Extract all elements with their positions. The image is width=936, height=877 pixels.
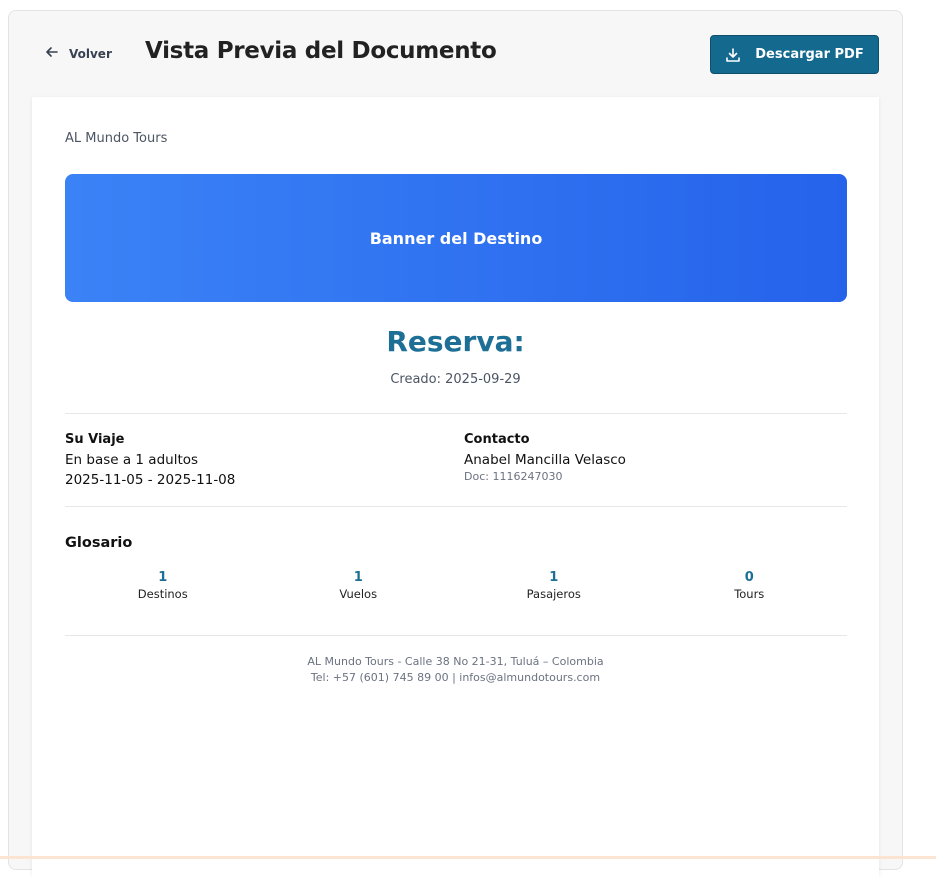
preview-panel: Volver Vista Previa del Documento Descar… xyxy=(8,10,903,877)
preview-header: Volver Vista Previa del Documento Descar… xyxy=(9,11,902,97)
stat-value: 1 xyxy=(549,570,559,585)
divider xyxy=(65,506,847,507)
glossary-heading: Glosario xyxy=(65,535,133,551)
back-button[interactable]: Volver xyxy=(45,45,112,62)
back-label: Volver xyxy=(69,46,112,61)
stat-value: 1 xyxy=(353,570,363,585)
contact-name: Anabel Mancilla Velasco xyxy=(464,452,626,468)
glossary-stats: 1 Destinos 1 Vuelos 1 Pasajeros 0 Tours xyxy=(65,569,847,602)
contact-section: Contacto Anabel Mancilla Velasco Doc: 11… xyxy=(464,432,626,484)
reservation-title: Reserva: xyxy=(386,325,525,358)
footer-address: AL Mundo Tours - Calle 38 No 21-31, Tulu… xyxy=(307,655,604,668)
page-title: Vista Previa del Documento xyxy=(145,38,497,64)
download-pdf-button[interactable]: Descargar PDF xyxy=(710,35,879,74)
stat-pasajeros: 1 Pasajeros xyxy=(456,569,652,602)
created-date: Creado: 2025-09-29 xyxy=(390,372,521,387)
stat-label: Tours xyxy=(734,587,765,601)
stat-label: Destinos xyxy=(137,587,188,601)
stat-vuelos: 1 Vuelos xyxy=(261,569,457,602)
divider xyxy=(65,635,847,636)
stat-destinos: 1 Destinos xyxy=(65,569,261,602)
contact-doc: Doc: 1116247030 xyxy=(464,470,563,483)
divider xyxy=(65,413,847,414)
document-page: AL Mundo Tours Banner del Destino Reserv… xyxy=(32,97,879,877)
stat-value: 1 xyxy=(158,570,168,585)
stat-label: Vuelos xyxy=(339,587,378,601)
document-footer: AL Mundo Tours - Calle 38 No 21-31, Tulu… xyxy=(32,654,879,686)
trip-adults: En base a 1 adultos xyxy=(65,452,199,468)
destination-banner: Banner del Destino xyxy=(65,174,847,302)
download-label: Descargar PDF xyxy=(755,47,864,62)
contact-heading: Contacto xyxy=(464,432,530,447)
banner-text: Banner del Destino xyxy=(369,228,543,248)
footer-contact: Tel: +57 (601) 745 89 00 | infos@almundo… xyxy=(310,671,601,684)
trip-heading: Su Viaje xyxy=(65,432,125,447)
trip-dates: 2025-11-05 - 2025-11-08 xyxy=(65,472,236,488)
download-icon xyxy=(725,47,741,63)
arrow-left-icon xyxy=(45,45,59,62)
stat-tours: 0 Tours xyxy=(652,569,848,602)
stat-value: 0 xyxy=(744,570,754,585)
trip-section: Su Viaje En base a 1 adultos 2025-11-05 … xyxy=(65,432,235,490)
company-name: AL Mundo Tours xyxy=(65,131,168,146)
stat-label: Pasajeros xyxy=(526,587,581,601)
